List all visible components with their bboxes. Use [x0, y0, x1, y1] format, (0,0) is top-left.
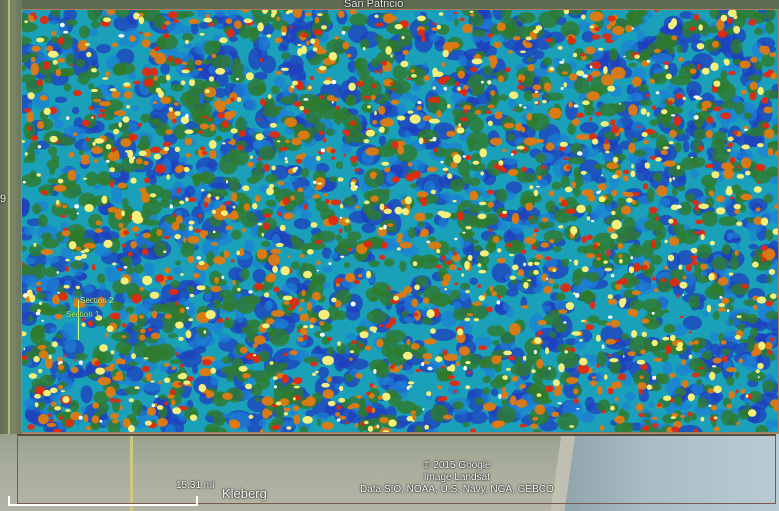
map-credits: © 2015 Google Image Landsat Data SIO, NO…: [360, 460, 554, 496]
scale-bar: [8, 496, 198, 506]
copyright-text: © 2015 Google: [423, 460, 491, 471]
place-label-bottom: Kleberg: [222, 486, 267, 501]
data-overlay-raster[interactable]: [21, 9, 779, 433]
imagery-text: Image Landsat: [423, 472, 490, 483]
section-line: [78, 300, 79, 340]
overlay-texture: [22, 10, 778, 432]
map-view[interactable]: Section 2 Section 1 San Patricio 9 © 201…: [0, 0, 779, 511]
scale-label: 15.31 mi: [176, 480, 215, 491]
section-1-label[interactable]: Section 1: [66, 310, 99, 319]
road-number-label: 9: [0, 193, 7, 205]
place-label-top: San Patricio: [344, 0, 404, 10]
overlay-blobs: [22, 10, 778, 432]
section-2-label[interactable]: Section 2: [80, 296, 113, 305]
data-attribution-text: Data SIO, NOAA, U.S. Navy, NGA, GEBCO: [360, 484, 554, 495]
